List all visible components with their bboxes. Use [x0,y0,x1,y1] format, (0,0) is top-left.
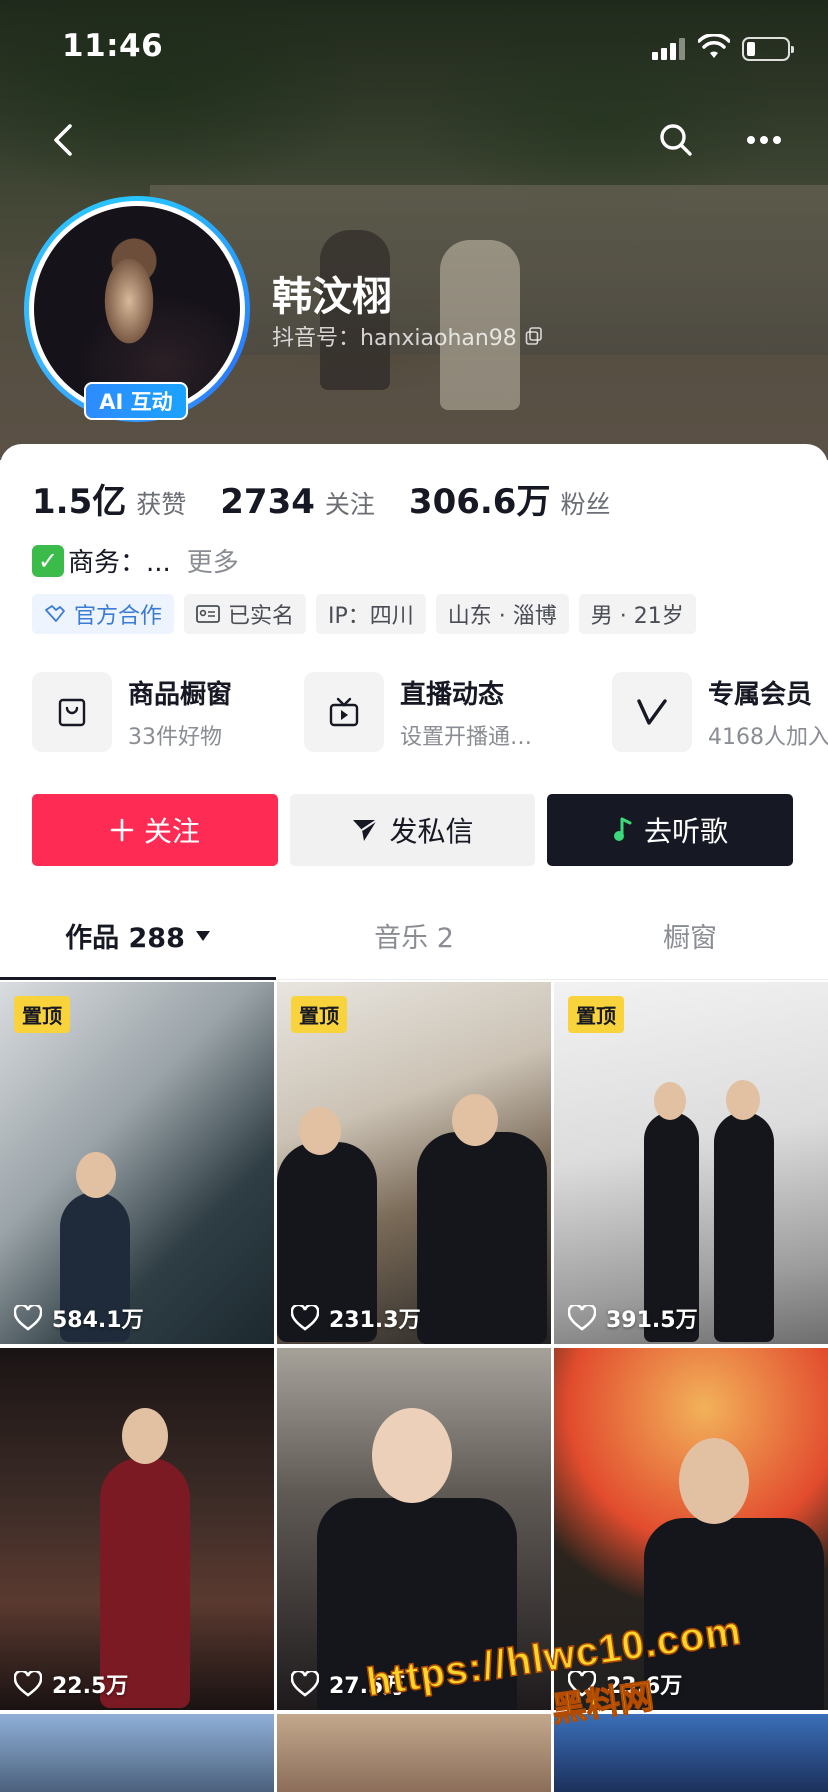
bio-text: 商务：... [68,548,171,578]
tab-shop-window[interactable]: 橱窗 [552,892,828,979]
service-live[interactable]: 直播动态 设置开播通… [304,672,532,752]
more-options-button[interactable] [742,118,786,162]
video-thumbnail[interactable]: 置顶 231.3万 [277,982,551,1344]
like-count: 391.5万 [568,1302,698,1334]
video-thumbnail[interactable]: 置顶 584.1万 [0,982,274,1344]
tab-music[interactable]: 音乐 2 [276,892,552,979]
heart-icon [568,1671,596,1697]
search-button[interactable] [654,118,698,162]
profile-stats: 1.5亿 获赞 2734 关注 306.6万 粉丝 [32,474,644,523]
video-thumbnail[interactable] [277,1714,551,1792]
check-mark-icon: ✓ [32,544,64,577]
heart-icon [568,1305,596,1331]
video-grid: 置顶 584.1万 置顶 231.3万 置顶 391.5万 22.5万 27.5… [0,982,828,1792]
copy-icon[interactable] [525,327,543,345]
tag-city: 山东 · 淄博 [435,594,569,634]
status-bar: 11:46 [0,0,828,96]
message-button[interactable]: 发私信 [290,794,535,866]
douyin-id-text: 抖音号：hanxiaohan98 [272,326,517,351]
bag-icon [32,672,112,752]
follow-button[interactable]: 关注 [32,794,278,866]
video-thumbnail[interactable]: 27.5万 [277,1348,551,1710]
douyin-id[interactable]: 抖音号：hanxiaohan98 [272,320,543,352]
heart-icon [291,1671,319,1697]
profile-tags: 官方合作 已实名 IP：四川 山东 · 淄博 男 · 21岁 [32,594,696,634]
service-entries: 商品橱窗 33件好物 直播动态 设置开播通… 专属会员 4168人加入 [32,672,828,754]
profile-name: 韩汶栩 [272,274,392,320]
wifi-icon [698,34,730,58]
pinned-badge: 置顶 [291,996,347,1033]
like-count: 231.3万 [291,1302,421,1334]
content-tabs: 作品 288 音乐 2 橱窗 [0,892,828,980]
action-buttons: 关注 发私信 去听歌 [32,794,793,866]
id-card-icon [196,605,220,623]
v-member-icon [612,672,692,752]
pinned-badge: 置顶 [568,996,624,1033]
video-thumbnail[interactable]: 23.6万 [554,1348,828,1710]
tag-verified-name[interactable]: 已实名 [184,594,307,634]
service-membership[interactable]: 专属会员 4168人加入 [612,672,828,752]
send-icon [353,819,379,841]
ai-interact-badge[interactable]: AI 互动 [84,382,188,420]
live-tv-icon [304,672,384,752]
heart-icon [14,1305,42,1331]
handshake-icon [45,605,65,622]
video-thumbnail[interactable] [0,1714,274,1792]
like-count: 27.5万 [291,1668,405,1700]
like-count: 584.1万 [14,1302,144,1334]
status-time: 11:46 [62,28,164,64]
more-dots-icon [747,136,781,144]
like-count: 22.5万 [14,1668,128,1700]
triangle-down-icon[interactable] [195,930,211,942]
heart-icon [14,1671,42,1697]
service-shop-window[interactable]: 商品橱窗 33件好物 [32,672,232,752]
plus-icon [110,818,134,842]
video-thumbnail[interactable] [554,1714,828,1792]
tag-official-cooperation[interactable]: 官方合作 [32,594,175,634]
chevron-left-icon [54,124,72,156]
heart-icon [291,1305,319,1331]
back-button[interactable] [42,118,86,162]
tag-ip-location: IP：四川 [316,594,426,634]
profile-bio[interactable]: ✓ 商务：... 更多 [32,542,239,579]
pinned-badge: 置顶 [14,996,70,1033]
video-thumbnail[interactable]: 22.5万 [0,1348,274,1710]
like-count: 23.6万 [568,1668,682,1700]
stat-likes[interactable]: 1.5亿 获赞 [32,474,186,523]
stat-following[interactable]: 2734 关注 [220,482,375,522]
listen-music-button[interactable]: 去听歌 [547,794,793,866]
tab-works[interactable]: 作品 288 [0,892,276,980]
video-thumbnail[interactable]: 置顶 391.5万 [554,982,828,1344]
search-icon [660,124,692,156]
tag-gender-age: 男 · 21岁 [578,594,696,634]
music-note-icon [613,817,632,841]
bio-more-link[interactable]: 更多 [187,542,239,579]
cellular-signal-icon [652,38,686,60]
stat-followers[interactable]: 306.6万 粉丝 [409,474,611,523]
battery-icon [742,37,794,61]
